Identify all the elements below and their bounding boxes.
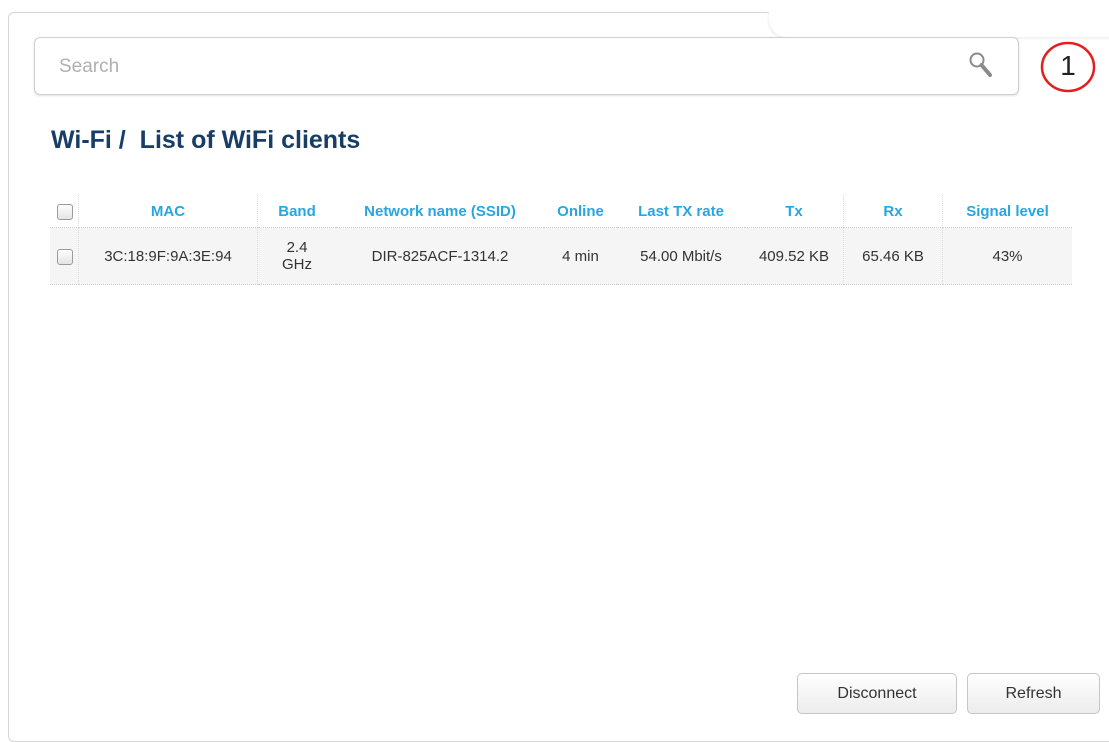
select-all-checkbox[interactable]: [57, 203, 73, 220]
cell-tx: 409.52 KB: [745, 227, 844, 285]
cell-online: 4 min: [544, 227, 617, 285]
disconnect-button[interactable]: Disconnect: [797, 673, 957, 714]
row-select-cell: [50, 227, 79, 285]
band-unit: GHz: [282, 256, 312, 273]
page-title: Wi-Fi / List of WiFi clients: [51, 126, 360, 155]
cell-rx: 65.46 KB: [843, 227, 943, 285]
table-header-row: MAC Band Network name (SSID) Online Last…: [50, 195, 1072, 228]
column-header-signal-level[interactable]: Signal level: [942, 195, 1072, 228]
cell-signal-level: 43%: [942, 227, 1072, 285]
cell-last-tx-rate: 54.00 Mbit/s: [617, 227, 745, 285]
clients-panel: [8, 11, 1109, 742]
column-header-ssid[interactable]: Network name (SSID): [336, 195, 544, 228]
column-header-rx[interactable]: Rx: [843, 195, 943, 228]
cell-band: 2.4 GHz: [257, 227, 336, 285]
cell-mac: 3C:18:9F:9A:3E:94: [78, 227, 258, 285]
refresh-button[interactable]: Refresh: [967, 673, 1100, 714]
column-header-tx[interactable]: Tx: [745, 195, 844, 228]
search-box: [34, 37, 1019, 95]
breadcrumb-page: List of WiFi clients: [139, 126, 361, 154]
column-header-band[interactable]: Band: [257, 195, 336, 228]
column-header-last-tx-rate[interactable]: Last TX rate: [617, 195, 745, 228]
row-checkbox[interactable]: [57, 248, 73, 265]
column-header-mac[interactable]: MAC: [78, 195, 258, 228]
wifi-clients-table: MAC Band Network name (SSID) Online Last…: [50, 195, 1072, 285]
callout-number: 1: [1060, 50, 1076, 81]
column-header-online[interactable]: Online: [544, 195, 617, 228]
search-input[interactable]: [57, 52, 941, 82]
select-all-cell: [50, 195, 79, 228]
panel-tab-edge: [769, 11, 1109, 37]
callout-marker: 1: [1038, 39, 1098, 95]
search-icon[interactable]: [968, 51, 994, 79]
breadcrumb-section: Wi-Fi /: [51, 126, 126, 154]
cell-ssid: DIR-825ACF-1314.2: [336, 227, 544, 285]
table-row[interactable]: 3C:18:9F:9A:3E:94 2.4 GHz DIR-825ACF-1314…: [50, 227, 1072, 285]
band-value: 2.4: [286, 239, 308, 256]
